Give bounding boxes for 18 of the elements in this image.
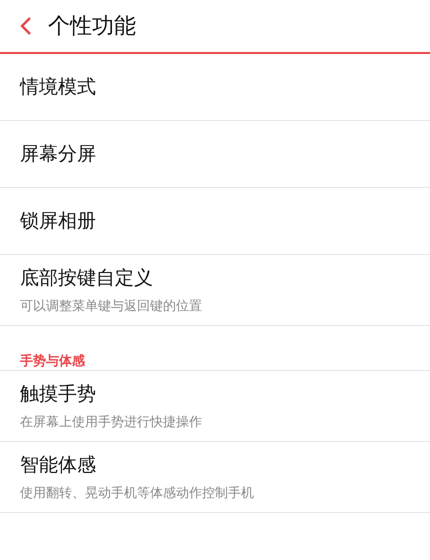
item-subtitle: 在屏幕上使用手势进行快捷操作 [20, 414, 202, 431]
settings-item[interactable]: 智能体感 使用翻转、晃动手机等体感动作控制手机 [0, 442, 430, 513]
settings-item[interactable]: 情境模式 [0, 54, 430, 121]
item-title: 锁屏相册 [20, 209, 96, 234]
settings-item[interactable]: 锁屏相册 [0, 188, 430, 255]
item-subtitle: 可以调整菜单键与返回键的位置 [20, 298, 202, 315]
section-header: 手势与体感 [20, 354, 85, 369]
item-title: 底部按键自定义 [20, 266, 153, 291]
settings-item[interactable]: 底部按键自定义 可以调整菜单键与返回键的位置 [0, 255, 430, 326]
back-icon[interactable] [20, 16, 32, 36]
item-title: 屏幕分屏 [20, 142, 96, 167]
item-subtitle: 使用翻转、晃动手机等体感动作控制手机 [20, 485, 254, 502]
item-title: 触摸手势 [20, 382, 96, 407]
settings-item[interactable]: 触摸手势 在屏幕上使用手势进行快捷操作 [0, 371, 430, 442]
item-title: 情境模式 [20, 75, 96, 100]
page-title: 个性功能 [48, 13, 136, 41]
item-title: 智能体感 [20, 453, 96, 478]
settings-item[interactable]: 屏幕分屏 [0, 121, 430, 188]
